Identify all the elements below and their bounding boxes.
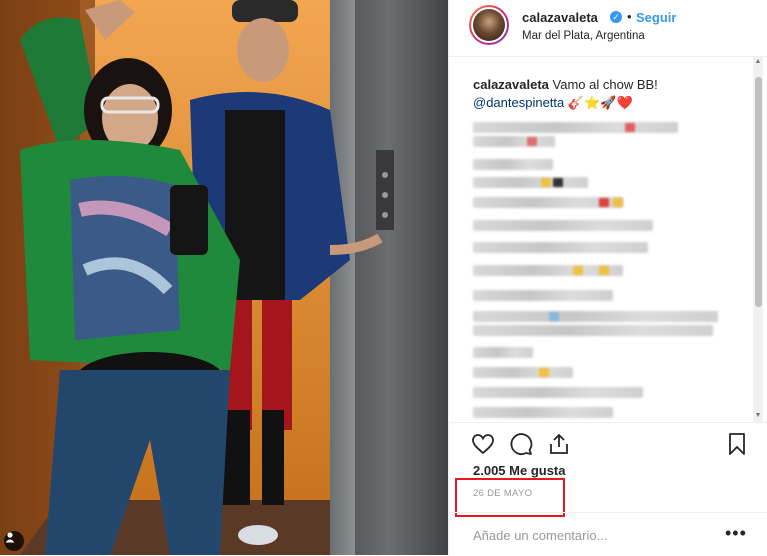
avatar-image: [473, 9, 505, 41]
post-header: calazavaleta ✓ • Seguir Mar del Plata, A…: [449, 0, 767, 57]
avatar[interactable]: [469, 5, 509, 45]
share-icon[interactable]: [547, 432, 571, 456]
more-options-button[interactable]: •••: [725, 523, 747, 544]
scroll-up-arrow-icon[interactable]: ▲: [753, 57, 763, 67]
caption-text: Vamo al chow BB!: [552, 77, 658, 92]
post-caption: calazavaleta Vamo al chow BB! @dantespin…: [473, 76, 733, 112]
caption-username[interactable]: calazavaleta: [473, 77, 549, 92]
blurred-comment-line: [473, 136, 555, 147]
comment-bubble-icon[interactable]: [509, 432, 533, 456]
person-icon: [5, 532, 15, 543]
blurred-comment-line: [473, 159, 553, 170]
blurred-comment-line: [473, 367, 573, 378]
blurred-emoji: [625, 123, 635, 132]
comment-input[interactable]: [473, 526, 713, 544]
blurred-comment-line: [473, 242, 648, 253]
blurred-emoji: [539, 368, 549, 377]
comments-list[interactable]: calazavaleta Vamo al chow BB! @dantespin…: [449, 57, 767, 422]
likes-count[interactable]: 2.005 Me gusta: [473, 463, 566, 478]
blurred-comment-line: [473, 290, 613, 301]
blurred-emoji: [613, 198, 623, 207]
comments-scrollbar-thumb[interactable]: [755, 77, 762, 307]
caption-emoji: 🎸⭐🚀❤️: [567, 95, 633, 110]
avatar-ring: [471, 7, 507, 43]
heart-icon[interactable]: [471, 432, 495, 456]
blurred-emoji: [599, 198, 609, 207]
blurred-comment-line: [473, 325, 713, 336]
comment-bar: •••: [449, 512, 767, 556]
blurred-emoji: [549, 312, 559, 321]
blurred-comment-line: [473, 347, 533, 358]
blurred-comment-line: [473, 220, 653, 231]
caption-mention[interactable]: @dantespinetta: [473, 95, 564, 110]
blurred-comment-line: [473, 387, 643, 398]
post-photo: [0, 0, 448, 555]
tagged-users-button[interactable]: [4, 531, 24, 551]
blurred-emoji: [541, 178, 551, 187]
blurred-emoji: [553, 178, 563, 187]
post-actions-bar: [449, 422, 767, 465]
blurred-comment-line: [473, 311, 718, 322]
blurred-emoji: [599, 266, 609, 275]
post-location[interactable]: Mar del Plata, Argentina: [522, 30, 645, 42]
bookmark-icon[interactable]: [725, 432, 749, 456]
scroll-down-arrow-icon[interactable]: ▼: [753, 411, 763, 421]
post-photo-illustration: [0, 0, 448, 555]
verified-badge-icon: ✓: [610, 11, 622, 23]
blurred-emoji: [573, 266, 583, 275]
blurred-comment-line: [473, 177, 588, 188]
blurred-emoji: [527, 137, 537, 146]
blurred-comment-line: [473, 122, 678, 133]
separator-dot: •: [627, 9, 632, 24]
post-username[interactable]: calazavaleta: [522, 10, 598, 25]
post-side-panel: calazavaleta ✓ • Seguir Mar del Plata, A…: [448, 0, 767, 555]
follow-button[interactable]: Seguir: [636, 10, 676, 25]
blurred-comment-line: [473, 407, 613, 418]
